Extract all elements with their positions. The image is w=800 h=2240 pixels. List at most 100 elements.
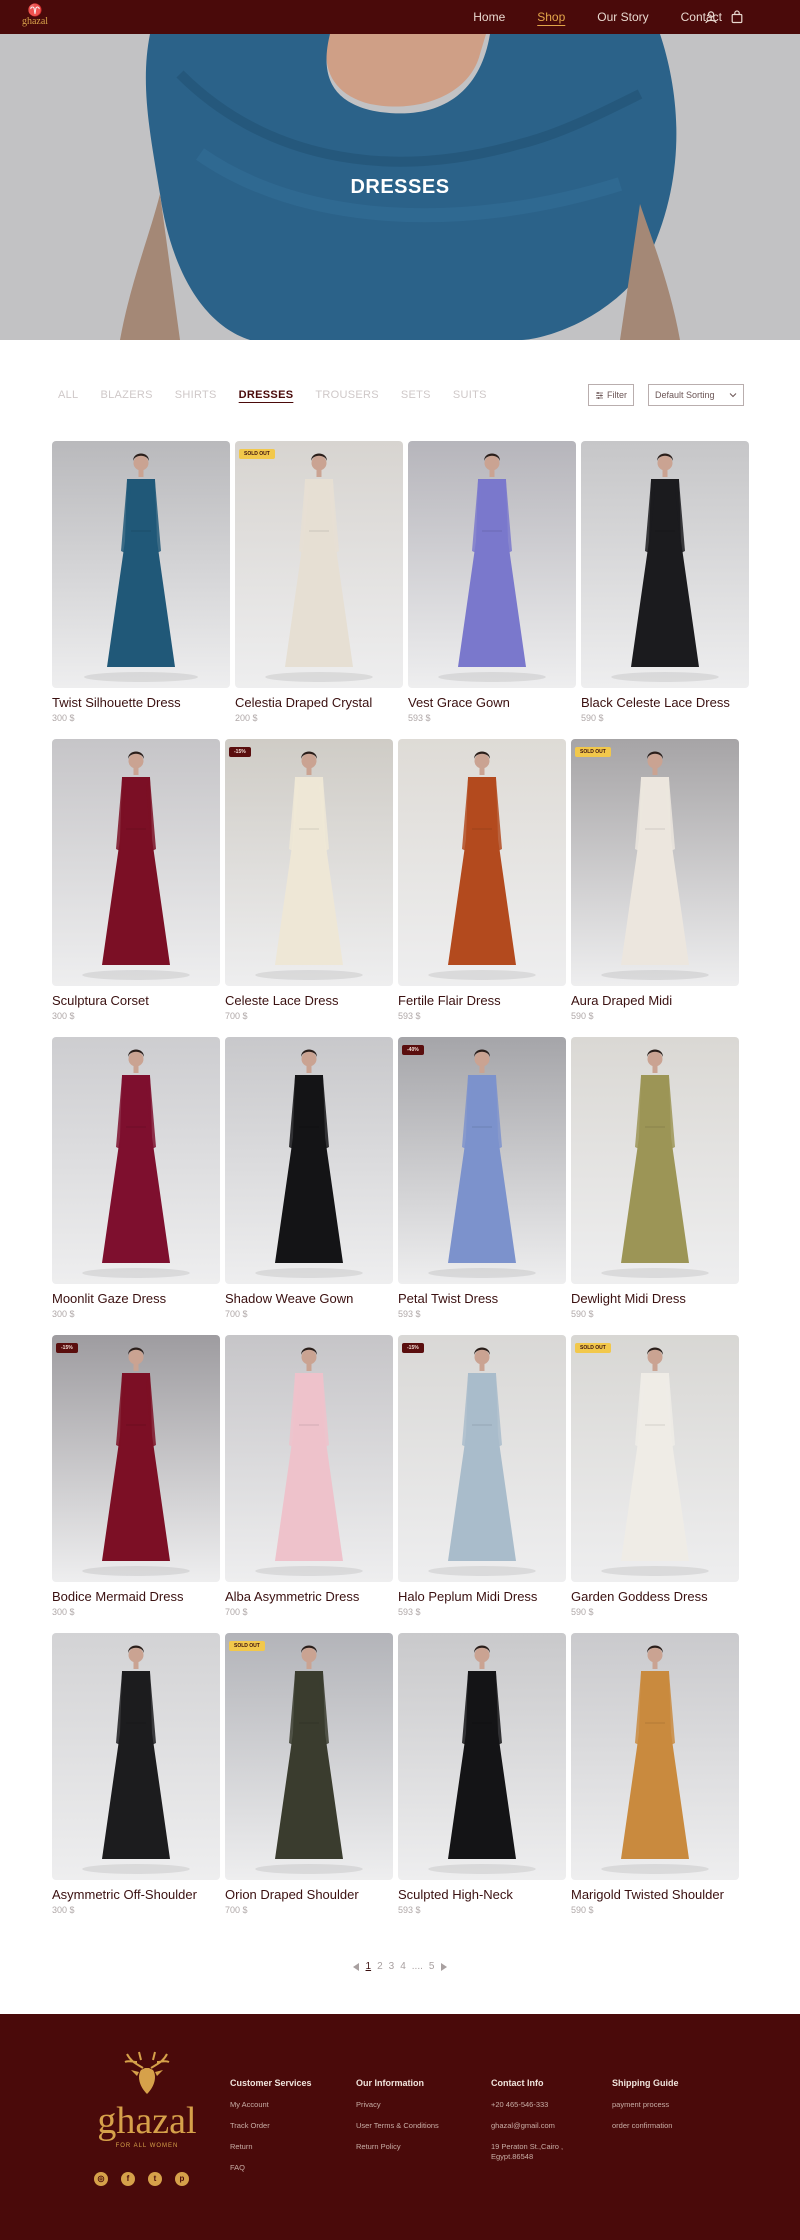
nav-link-our-story[interactable]: Our Story	[597, 10, 648, 24]
product-name[interactable]: Halo Peplum Midi Dress	[398, 1589, 537, 1604]
tab-trousers[interactable]: TROUSERS	[315, 389, 379, 401]
product-name[interactable]: Celeste Lace Dress	[225, 993, 338, 1008]
bag-icon[interactable]	[730, 10, 744, 24]
product-image[interactable]	[398, 1335, 566, 1582]
product-name[interactable]: Aura Draped Midi	[571, 993, 672, 1008]
product-image[interactable]	[581, 441, 749, 688]
sort-select[interactable]: Default Sorting	[648, 384, 744, 406]
product-name[interactable]: Asymmetric Off-Shoulder	[52, 1887, 197, 1902]
product-name[interactable]: Alba Asymmetric Dress	[225, 1589, 359, 1604]
tab-shirts[interactable]: SHIRTS	[175, 389, 217, 401]
sliders-icon	[596, 391, 603, 399]
tab-suits[interactable]: SUITS	[453, 389, 487, 401]
tab-blazers[interactable]: BLAZERS	[100, 389, 152, 401]
product-card[interactable]: Marigold Twisted Shoulder 590 $	[571, 1633, 739, 1923]
filter-bar: ALL BLAZERS SHIRTS DRESSES TROUSERS SETS…	[58, 382, 744, 410]
page-3[interactable]: 3	[389, 1961, 395, 1972]
facebook-icon[interactable]: f	[121, 2172, 135, 2186]
product-card[interactable]: Black Celeste Lace Dress 590 $	[581, 441, 749, 731]
product-image[interactable]	[571, 1037, 739, 1284]
product-image[interactable]	[408, 441, 576, 688]
product-card[interactable]: Twist Silhouette Dress 300 $	[52, 441, 230, 731]
product-name[interactable]: Shadow Weave Gown	[225, 1291, 353, 1306]
product-card[interactable]: Moonlit Gaze Dress 300 $	[52, 1037, 220, 1327]
prev-page-icon[interactable]	[352, 1962, 360, 1972]
product-image[interactable]	[225, 1633, 393, 1880]
product-card[interactable]: Shadow Weave Gown 700 $	[225, 1037, 393, 1327]
footer-link-order-confirmation[interactable]: order confirmation	[612, 2121, 679, 2131]
pinterest-icon[interactable]: p	[175, 2172, 189, 2186]
footer-link-faq[interactable]: FAQ	[230, 2163, 312, 2173]
product-card[interactable]: Asymmetric Off-Shoulder 300 $	[52, 1633, 220, 1923]
product-card[interactable]: Alba Asymmetric Dress 700 $	[225, 1335, 393, 1625]
product-card[interactable]: -40% Petal Twist Dress 593 $	[398, 1037, 566, 1327]
nav-link-home[interactable]: Home	[473, 10, 505, 24]
footer-link-my-account[interactable]: My Account	[230, 2100, 312, 2110]
product-name[interactable]: Sculptura Corset	[52, 993, 149, 1008]
product-image[interactable]	[52, 1633, 220, 1880]
product-name[interactable]: Garden Goddess Dress	[571, 1589, 708, 1604]
product-card[interactable]: SOLD OUT Orion Draped Shoulder 700 $	[225, 1633, 393, 1923]
product-card[interactable]: -15% Halo Peplum Midi Dress 593 $	[398, 1335, 566, 1625]
product-card[interactable]: Dewlight Midi Dress 590 $	[571, 1037, 739, 1327]
page-5[interactable]: 5	[429, 1961, 435, 1972]
product-image[interactable]	[52, 1335, 220, 1582]
next-page-icon[interactable]	[440, 1962, 448, 1972]
product-card[interactable]: Fertile Flair Dress 593 $	[398, 739, 566, 1029]
filter-button[interactable]: Filter	[588, 384, 634, 406]
product-image[interactable]	[225, 1037, 393, 1284]
product-image[interactable]	[52, 441, 230, 688]
product-image[interactable]	[571, 739, 739, 986]
user-icon[interactable]	[704, 10, 718, 24]
product-name[interactable]: Sculpted High-Neck	[398, 1887, 513, 1902]
footer-link-payment-process[interactable]: payment process	[612, 2100, 679, 2110]
product-name[interactable]: Marigold Twisted Shoulder	[571, 1887, 724, 1902]
product-card[interactable]: SOLD OUT Celestia Draped Crystal 200 $	[235, 441, 403, 731]
product-name[interactable]: Fertile Flair Dress	[398, 993, 501, 1008]
product-image[interactable]	[398, 739, 566, 986]
product-card[interactable]: Sculptura Corset 300 $	[52, 739, 220, 1029]
product-name[interactable]: Dewlight Midi Dress	[571, 1291, 686, 1306]
product-card[interactable]: Sculpted High-Neck 593 $	[398, 1633, 566, 1923]
product-name[interactable]: Vest Grace Gown	[408, 695, 510, 710]
product-image[interactable]	[571, 1335, 739, 1582]
product-name[interactable]: Celestia Draped Crystal	[235, 695, 372, 710]
page-4[interactable]: 4	[400, 1961, 406, 1972]
product-image[interactable]	[225, 739, 393, 986]
product-card[interactable]: SOLD OUT Aura Draped Midi 590 $	[571, 739, 739, 1029]
product-image[interactable]	[52, 739, 220, 986]
tab-dresses[interactable]: DRESSES	[239, 389, 294, 401]
product-card[interactable]: Vest Grace Gown 593 $	[408, 441, 576, 731]
tab-all[interactable]: ALL	[58, 389, 78, 401]
product-name[interactable]: Petal Twist Dress	[398, 1291, 498, 1306]
footer-phone[interactable]: +20 465-546-333	[491, 2100, 571, 2110]
tab-sets[interactable]: SETS	[401, 389, 431, 401]
product-image[interactable]	[52, 1037, 220, 1284]
product-card[interactable]: -15% Bodice Mermaid Dress 300 $	[52, 1335, 220, 1625]
footer-link-track-order[interactable]: Track Order	[230, 2121, 312, 2131]
footer-email[interactable]: ghazal@gmail.com	[491, 2121, 571, 2131]
nav-link-shop[interactable]: Shop	[537, 10, 565, 24]
instagram-icon[interactable]: ◎	[94, 2172, 108, 2186]
product-name[interactable]: Orion Draped Shoulder	[225, 1887, 359, 1902]
footer-link-return-policy[interactable]: Return Policy	[356, 2142, 439, 2152]
product-name[interactable]: Moonlit Gaze Dress	[52, 1291, 166, 1306]
product-name[interactable]: Black Celeste Lace Dress	[581, 695, 730, 710]
product-card[interactable]: SOLD OUT Garden Goddess Dress 590 $	[571, 1335, 739, 1625]
product-image[interactable]	[571, 1633, 739, 1880]
product-name[interactable]: Twist Silhouette Dress	[52, 695, 181, 710]
product-image[interactable]	[225, 1335, 393, 1582]
footer-link-privacy[interactable]: Privacy	[356, 2100, 439, 2110]
footer-link-terms[interactable]: User Terms & Conditions	[356, 2121, 439, 2131]
twitter-icon[interactable]: t	[148, 2172, 162, 2186]
sold-out-badge: SOLD OUT	[229, 1641, 265, 1651]
footer-link-return[interactable]: Return	[230, 2142, 312, 2152]
page-1[interactable]: 1	[366, 1961, 372, 1972]
product-card[interactable]: -15% Celeste Lace Dress 700 $	[225, 739, 393, 1029]
page-2[interactable]: 2	[377, 1961, 383, 1972]
product-image[interactable]	[235, 441, 403, 688]
product-name[interactable]: Bodice Mermaid Dress	[52, 1589, 184, 1604]
product-image[interactable]	[398, 1037, 566, 1284]
product-image[interactable]	[398, 1633, 566, 1880]
logo[interactable]: ♈ ghazal	[20, 4, 50, 30]
